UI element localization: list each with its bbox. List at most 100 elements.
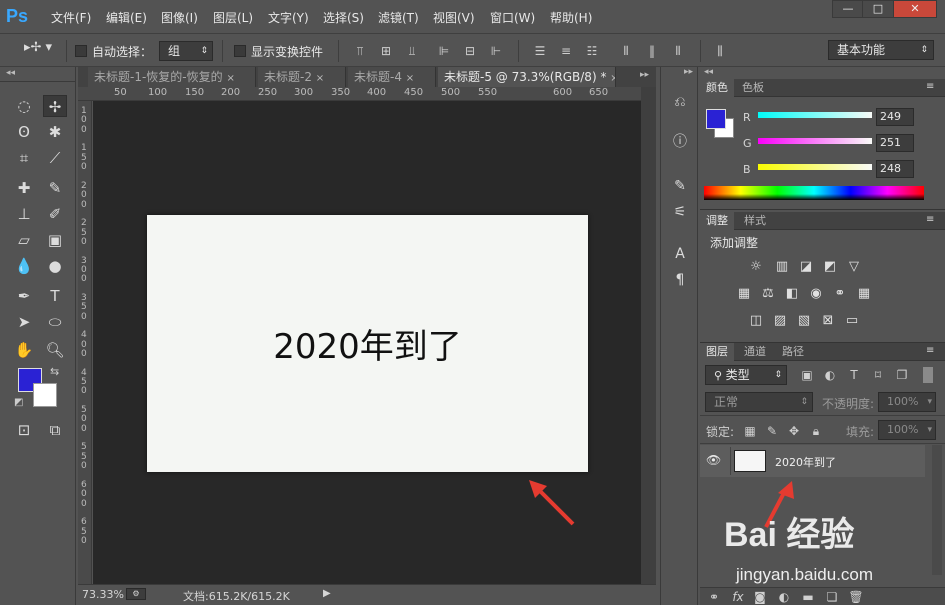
menu-type[interactable]: 文字(Y)	[268, 9, 309, 26]
black-white-icon[interactable]: ◧	[782, 285, 802, 303]
color-lookup-icon[interactable]: ▦	[854, 285, 874, 303]
threshold-icon[interactable]: ▧	[794, 312, 814, 330]
brightness-icon[interactable]: ☼	[746, 258, 766, 276]
tab-channels[interactable]: 通道	[738, 343, 772, 361]
history-panel-icon[interactable]: ⎌	[669, 91, 691, 113]
healing-brush-icon[interactable]: ✚	[12, 177, 36, 199]
link-layers-icon[interactable]: ⚭	[706, 589, 722, 605]
brush-panel-icon[interactable]: ✎	[669, 175, 691, 197]
auto-select-dropdown[interactable]: 组 ⇕	[159, 41, 213, 61]
distribute-vcenter-icon[interactable]: ≡	[558, 43, 574, 59]
tab-doc-1[interactable]: 未标题-1-恢复的-恢复的 ×	[88, 67, 256, 87]
pixel-filter-icon[interactable]: ▣	[799, 367, 815, 383]
levels-icon[interactable]: ▥	[772, 258, 792, 276]
collapse-icon[interactable]: ◂◂	[6, 68, 15, 78]
document-canvas[interactable]: 2020年到了	[147, 215, 588, 472]
layer-row[interactable]: 👁︎ 2020年到了	[700, 445, 925, 477]
close-icon[interactable]: ×	[316, 73, 324, 84]
layers-scrollbar[interactable]	[932, 445, 942, 575]
channel-g-slider[interactable]	[758, 138, 872, 144]
vibrance-icon[interactable]: ▽	[844, 258, 864, 276]
tab-layers[interactable]: 图层	[700, 343, 734, 361]
tab-doc-2[interactable]: 未标题-2 ×	[258, 67, 346, 87]
show-transform-checkbox[interactable]	[234, 45, 246, 57]
align-hcenter-icon[interactable]: ⊟	[462, 43, 478, 59]
add-mask-icon[interactable]: ◙	[752, 589, 768, 605]
tab-paths[interactable]: 路径	[776, 343, 810, 361]
zoom-level[interactable]: 73.33%	[82, 588, 124, 601]
filter-toggle[interactable]	[923, 367, 933, 383]
channel-b-value[interactable]: 248	[876, 160, 914, 178]
close-button[interactable]: ✕	[893, 0, 937, 18]
clone-stamp-icon[interactable]: ⊥	[12, 203, 36, 225]
posterize-icon[interactable]: ▨	[770, 312, 790, 330]
dodge-tool-icon[interactable]: ●	[43, 255, 67, 277]
more-tabs-icon[interactable]: ▸▸	[640, 70, 649, 80]
tab-doc-4[interactable]: 未标题-4 ×	[348, 67, 436, 87]
menu-edit[interactable]: 编辑(E)	[106, 9, 147, 26]
shape-filter-icon[interactable]: ⌑	[870, 367, 886, 383]
fx-icon[interactable]: fx	[730, 589, 746, 605]
opacity-input[interactable]: 100% ▾	[878, 392, 936, 412]
gradient-map-icon[interactable]: ▭	[842, 312, 862, 330]
lock-pixels-icon[interactable]: ✎	[764, 423, 780, 439]
blur-tool-icon[interactable]: 💧	[12, 255, 36, 277]
tab-adjustments[interactable]: 调整	[700, 212, 734, 230]
distribute-bottom-icon[interactable]: ☷	[584, 43, 600, 59]
menu-layer[interactable]: 图层(L)	[213, 9, 253, 26]
gradient-tool-icon[interactable]: ▣	[43, 229, 67, 251]
adjustment-filter-icon[interactable]: ◐	[822, 367, 838, 383]
quick-mask-icon[interactable]: ⊡	[12, 419, 36, 441]
exposure-icon[interactable]: ◩	[820, 258, 840, 276]
align-vcenter-icon[interactable]: ⊞	[378, 43, 394, 59]
magic-wand-icon[interactable]: ✱	[43, 121, 67, 143]
status-menu-icon[interactable]: ⚙	[126, 588, 146, 600]
document-text-layer[interactable]: 2020年到了	[147, 215, 588, 472]
tab-doc-5[interactable]: 未标题-5 @ 73.3%(RGB/8) * ×	[438, 67, 616, 87]
align-top-icon[interactable]: ⫪	[352, 43, 368, 59]
canvas-scrollbar[interactable]	[641, 87, 656, 584]
selective-color-icon[interactable]: ⊠	[818, 312, 838, 330]
hand-tool-icon[interactable]: ✋	[12, 339, 36, 361]
eye-visibility-icon[interactable]: 👁︎	[706, 453, 721, 467]
distribute-hcenter-icon[interactable]: ‖	[644, 43, 660, 59]
close-icon[interactable]: ×	[226, 73, 234, 84]
fg-color-chip[interactable]	[706, 109, 726, 129]
type-filter-icon[interactable]: T	[846, 367, 862, 383]
eraser-tool-icon[interactable]: ▱	[12, 229, 36, 251]
maximize-button[interactable]: □	[862, 0, 894, 18]
panel-menu-icon[interactable]: ≡	[926, 81, 934, 92]
screen-mode-icon[interactable]: ⧉	[43, 419, 67, 441]
lock-all-icon[interactable]: 🔒︎	[808, 423, 824, 439]
new-layer-icon[interactable]: ❏	[824, 589, 840, 605]
minimize-button[interactable]: —	[832, 0, 864, 18]
channel-r-value[interactable]: 249	[876, 108, 914, 126]
smart-object-filter-icon[interactable]: ❐	[894, 367, 910, 383]
distribute-top-icon[interactable]: ☰	[532, 43, 548, 59]
tab-swatches[interactable]: 色板	[736, 79, 770, 97]
align-bottom-icon[interactable]: ⫫	[404, 43, 420, 59]
tab-styles[interactable]: 样式	[738, 212, 772, 230]
background-color-swatch[interactable]	[33, 383, 57, 407]
status-arrow-icon[interactable]: ▶	[323, 588, 331, 599]
crop-tool-icon[interactable]: ⌗	[12, 147, 36, 169]
swap-colors-icon[interactable]: ⇆	[50, 365, 59, 378]
zoom-tool-icon[interactable]: 🔍︎	[43, 339, 67, 361]
eyedropper-icon[interactable]: ⟋	[43, 147, 67, 169]
move-tool-preset-icon[interactable]: ▸✢ ▾	[24, 40, 52, 55]
distribute-left-icon[interactable]: ⦀	[618, 43, 634, 59]
paragraph-panel-icon[interactable]: ¶	[669, 269, 691, 291]
new-adjustment-icon[interactable]: ◐	[776, 589, 792, 605]
path-select-icon[interactable]: ➤	[12, 311, 36, 333]
channel-b-slider[interactable]	[758, 164, 872, 170]
curves-icon[interactable]: ◪	[796, 258, 816, 276]
menu-view[interactable]: 视图(V)	[433, 9, 475, 26]
lasso-tool-icon[interactable]: ʘ	[12, 121, 36, 143]
panel-collapse-icon[interactable]: ◂◂	[700, 67, 945, 79]
marquee-tool-icon[interactable]: ◌	[12, 95, 36, 117]
tab-color[interactable]: 颜色	[700, 79, 734, 97]
layer-name[interactable]: 2020年到了	[775, 454, 836, 470]
brush-tool-icon[interactable]: ✎	[43, 177, 67, 199]
properties-panel-icon[interactable]: ⓘ	[669, 131, 691, 153]
character-panel-icon[interactable]: A	[669, 243, 691, 265]
